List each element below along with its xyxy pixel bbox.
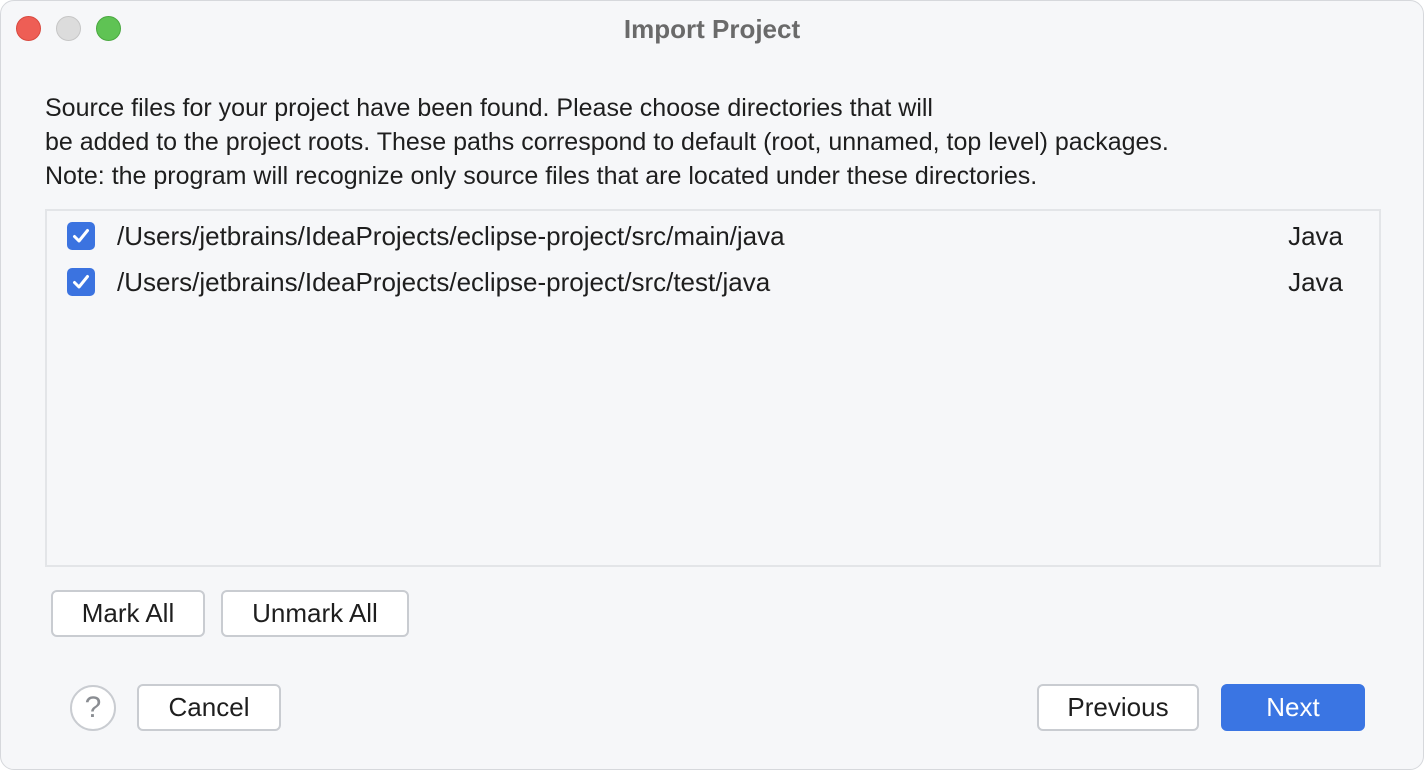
- source-root-path: /Users/jetbrains/IdeaProjects/eclipse-pr…: [117, 221, 785, 251]
- question-mark-icon: ?: [84, 691, 102, 724]
- checkmark-icon: [73, 275, 89, 289]
- source-root-row[interactable]: /Users/jetbrains/IdeaProjects/eclipse-pr…: [47, 213, 1379, 259]
- description-line-3: Note: the program will recognize only so…: [45, 162, 1038, 190]
- source-root-checkbox[interactable]: [67, 268, 95, 296]
- unmark-all-button[interactable]: Unmark All: [221, 590, 409, 637]
- dialog-title: Import Project: [623, 14, 801, 44]
- source-roots-list: /Users/jetbrains/IdeaProjects/eclipse-pr…: [45, 209, 1381, 567]
- source-root-row[interactable]: /Users/jetbrains/IdeaProjects/eclipse-pr…: [47, 259, 1379, 305]
- next-button[interactable]: Next: [1221, 684, 1365, 731]
- source-root-type: Java: [1288, 221, 1343, 251]
- checkmark-icon: [73, 229, 89, 243]
- description-line-1: Source files for your project have been …: [45, 94, 933, 122]
- source-root-checkbox[interactable]: [67, 222, 95, 250]
- import-project-dialog: Import Project Source files for your pro…: [0, 0, 1424, 770]
- previous-button[interactable]: Previous: [1037, 684, 1199, 731]
- title-bar: Import Project: [1, 1, 1423, 57]
- description-line-2: be added to the project roots. These pat…: [45, 128, 1169, 156]
- description-text: Source files for your project have been …: [45, 91, 1385, 193]
- cancel-button[interactable]: Cancel: [137, 684, 281, 731]
- source-root-type: Java: [1288, 267, 1343, 297]
- source-root-path: /Users/jetbrains/IdeaProjects/eclipse-pr…: [117, 267, 771, 297]
- mark-all-button[interactable]: Mark All: [51, 590, 205, 637]
- help-button[interactable]: ?: [70, 685, 116, 731]
